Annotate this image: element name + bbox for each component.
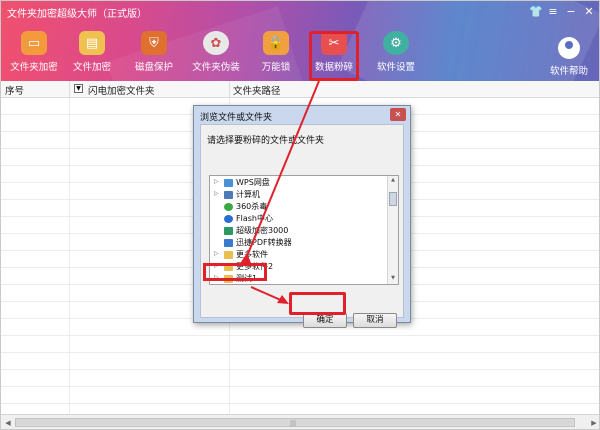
tool-file-encrypt[interactable]: ▤ 文件加密 <box>63 29 121 81</box>
tree-item-wps-drive[interactable]: ▷ WPS网盘 <box>210 178 390 189</box>
table-header: 序号 ▼ 闪电加密文件夹 文件夹路径 <box>1 81 599 98</box>
tool-settings[interactable]: ⚙ 软件设置 <box>367 29 425 81</box>
folder-lock-icon: ▭ <box>21 31 47 55</box>
menu-icon[interactable]: ≡ <box>547 5 559 18</box>
expand-icon[interactable]: ▷ <box>214 190 219 197</box>
tool-folder-encrypt[interactable]: ▭ 文件夹加密 <box>5 29 63 81</box>
padlock-icon: 🔒 <box>263 31 289 55</box>
computer-icon <box>224 191 233 199</box>
highlight-box-shred <box>309 31 359 81</box>
tree-item-360[interactable]: 360杀毒 <box>210 202 390 213</box>
tree-item-flash[interactable]: Flash中心 <box>210 214 390 225</box>
antivirus-icon <box>224 203 233 211</box>
flash-icon <box>224 215 233 223</box>
horizontal-scrollbar[interactable]: ◀ ||| ▶ <box>1 414 599 429</box>
tree-item-computer[interactable]: ▷ 计算机 <box>210 190 390 201</box>
app-window: 文件夹加密超级大师（正式版） 👕 ≡ − ✕ ▭ 文件夹加密 ▤ 文件加密 ⛨ … <box>0 0 600 430</box>
lock-app-icon <box>224 227 233 235</box>
ok-button[interactable]: 确定 <box>303 313 347 328</box>
scroll-left-icon[interactable]: ◀ <box>2 417 14 429</box>
pdf-icon <box>224 239 233 247</box>
tool-folder-disguise[interactable]: ✿ 文件夹伪装 <box>187 29 245 81</box>
tool-disk-protect[interactable]: ⛨ 磁盘保护 <box>125 29 183 81</box>
minimize-icon[interactable]: − <box>565 5 577 18</box>
dialog-body: 请选择要粉碎的文件或文件夹 ▷ WPS网盘 ▷ 计算机 360杀毒 Flash中… <box>200 124 404 328</box>
gear-icon: ⚙ <box>383 31 409 55</box>
dialog-prompt: 请选择要粉碎的文件或文件夹 <box>207 136 325 146</box>
tree-scrollbar[interactable]: ▲ ▼ <box>387 176 398 284</box>
folder-icon <box>224 251 233 259</box>
file-lock-icon: ▤ <box>79 31 105 55</box>
skin-icon[interactable]: 👕 <box>529 5 543 18</box>
highlight-box-ok <box>289 292 346 315</box>
expand-icon[interactable]: ▷ <box>214 178 219 185</box>
scroll-right-icon[interactable]: ▶ <box>588 417 599 429</box>
disguise-icon: ✿ <box>203 31 229 55</box>
tree-item-encrypt3000[interactable]: 超级加密3000 <box>210 226 390 237</box>
expand-icon[interactable]: ▷ <box>214 250 219 257</box>
scroll-up-icon[interactable]: ▲ <box>389 177 397 185</box>
tool-universal-lock[interactable]: 🔒 万能锁 <box>247 29 305 81</box>
column-header-folder[interactable]: 闪电加密文件夹 <box>88 83 155 97</box>
cancel-button[interactable]: 取消 <box>353 313 397 328</box>
window-controls: 👕 ≡ − ✕ <box>529 5 595 18</box>
help-button[interactable]: 软件帮助 <box>541 37 597 77</box>
dialog-title: 浏览文件或文件夹 <box>200 113 273 123</box>
tree-scroll-thumb[interactable] <box>389 192 397 206</box>
column-dropdown-checkbox[interactable]: ▼ <box>74 84 83 93</box>
scroll-down-icon[interactable]: ▼ <box>389 275 397 283</box>
column-header-index[interactable]: 序号 <box>5 83 24 97</box>
browse-dialog: 浏览文件或文件夹 ✕ 请选择要粉碎的文件或文件夹 ▷ WPS网盘 ▷ 计算机 3… <box>193 105 411 328</box>
scroll-grip-icon: ||| <box>290 420 297 427</box>
cloud-drive-icon <box>224 179 233 187</box>
highlight-box-test1 <box>203 263 267 281</box>
close-icon[interactable]: ✕ <box>583 5 595 18</box>
avatar-icon <box>558 37 580 59</box>
tree-item-pdf[interactable]: 迅捷PDF转换器 <box>210 238 390 249</box>
window-title: 文件夹加密超级大师（正式版） <box>7 9 147 20</box>
tree-item-more-software[interactable]: ▷ 更多软件 <box>210 250 390 261</box>
column-header-path[interactable]: 文件夹路径 <box>233 83 281 97</box>
shield-icon: ⛨ <box>141 31 167 55</box>
dialog-close-icon[interactable]: ✕ <box>390 108 406 121</box>
main-toolbar: ▭ 文件夹加密 ▤ 文件加密 ⛨ 磁盘保护 ✿ 文件夹伪装 🔒 万能锁 ✂ 数据… <box>1 29 599 81</box>
